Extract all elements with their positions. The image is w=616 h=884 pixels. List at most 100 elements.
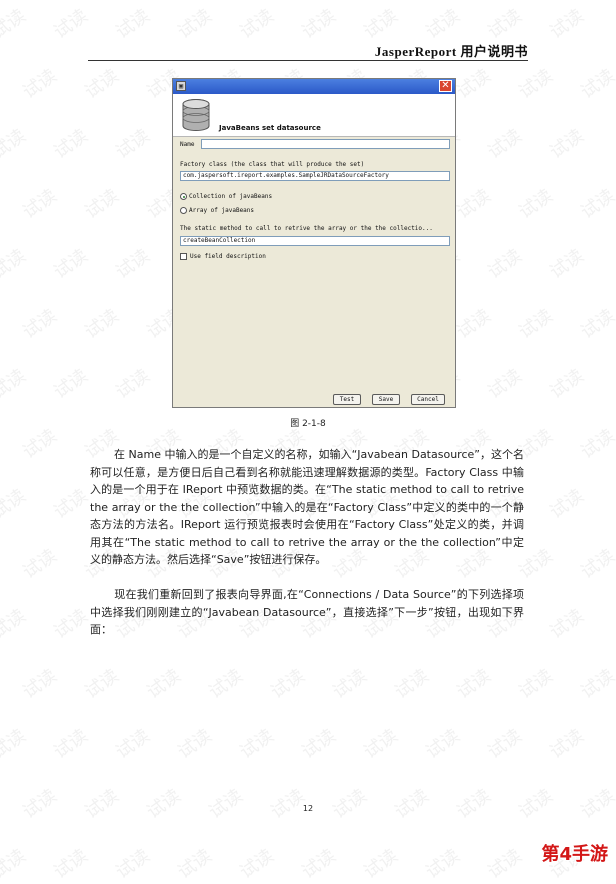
dialog-banner-title: JavaBeans set datasource bbox=[219, 124, 321, 132]
radio-collection[interactable]: Collection of javaBeans bbox=[180, 193, 272, 200]
factory-class-input[interactable]: com.jaspersoft.ireport.examples.SampleJR… bbox=[180, 171, 450, 181]
watermark-text: 试读 bbox=[267, 785, 309, 824]
watermark-text: 试读 bbox=[112, 125, 154, 164]
test-button[interactable]: Test bbox=[333, 394, 361, 405]
paragraph-1-text: 在 Name 中输入的是一个自定义的名称，如输入“Javabean Dataso… bbox=[90, 448, 524, 566]
header-rule bbox=[88, 60, 528, 61]
watermark-text: 试读 bbox=[205, 665, 247, 704]
save-button[interactable]: Save bbox=[372, 394, 400, 405]
watermark-text: 试读 bbox=[515, 65, 557, 104]
watermark-text: 试读 bbox=[484, 245, 526, 284]
watermark-text: 试读 bbox=[453, 305, 495, 344]
watermark-text: 试读 bbox=[329, 785, 371, 824]
watermark-text: 试读 bbox=[50, 485, 92, 524]
watermark-text: 试读 bbox=[143, 785, 185, 824]
javabeans-datasource-dialog: ▣ ✕ JavaBeans set datasource Name Factor… bbox=[172, 78, 456, 408]
watermark-text: 试读 bbox=[484, 5, 526, 44]
paragraph-2: 现在我们重新回到了报表向导界面,在“Connections / Data Sou… bbox=[90, 586, 524, 639]
watermark-text: 试读 bbox=[391, 665, 433, 704]
watermark-text: 试读 bbox=[515, 305, 557, 344]
watermark-text: 试读 bbox=[143, 665, 185, 704]
dialog-titlebar: ▣ ✕ bbox=[173, 79, 455, 94]
watermark-text: 试读 bbox=[298, 5, 340, 44]
watermark-text: 试读 bbox=[577, 545, 616, 584]
use-field-description-label: Use field description bbox=[190, 253, 266, 260]
header-title: JasperReport 用户说明书 bbox=[374, 44, 528, 59]
watermark-text: 试读 bbox=[577, 185, 616, 224]
watermark-text: 试读 bbox=[174, 5, 216, 44]
watermark-text: 试读 bbox=[112, 5, 154, 44]
watermark-text: 试读 bbox=[484, 125, 526, 164]
watermark-text: 试读 bbox=[236, 845, 278, 884]
watermark-text: 试读 bbox=[360, 725, 402, 764]
watermark-text: 试读 bbox=[577, 665, 616, 704]
paragraph-1: 在 Name 中输入的是一个自定义的名称，如输入“Javabean Dataso… bbox=[90, 446, 524, 569]
watermark-text: 试读 bbox=[329, 665, 371, 704]
watermark-text: 试读 bbox=[0, 125, 30, 164]
database-icon bbox=[182, 99, 210, 131]
figure-caption: 图 2-1-8 bbox=[290, 419, 326, 429]
watermark-text: 试读 bbox=[50, 605, 92, 644]
watermark-text: 试读 bbox=[81, 305, 123, 344]
watermark-text: 试读 bbox=[360, 845, 402, 884]
site-logo: 第4手游 bbox=[541, 844, 608, 865]
paragraph-2-text: 现在我们重新回到了报表向导界面,在“Connections / Data Sou… bbox=[90, 588, 524, 636]
watermark-text: 试读 bbox=[50, 5, 92, 44]
watermark-text: 试读 bbox=[19, 185, 61, 224]
factory-class-label: Factory class (the class that will produ… bbox=[180, 161, 365, 168]
watermark-text: 试读 bbox=[19, 545, 61, 584]
watermark-text: 试读 bbox=[391, 785, 433, 824]
watermark-text: 试读 bbox=[112, 245, 154, 284]
watermark-text: 试读 bbox=[81, 185, 123, 224]
watermark-text: 试读 bbox=[360, 5, 402, 44]
radio-unselected-icon[interactable] bbox=[180, 207, 187, 214]
watermark-text: 试读 bbox=[577, 785, 616, 824]
watermark-text: 试读 bbox=[546, 245, 588, 284]
watermark-text: 试读 bbox=[19, 305, 61, 344]
watermark-text: 试读 bbox=[81, 65, 123, 104]
watermark-text: 试读 bbox=[19, 665, 61, 704]
use-field-description-row[interactable]: Use field description bbox=[180, 253, 266, 260]
watermark-text: 试读 bbox=[50, 245, 92, 284]
watermark-text: 试读 bbox=[577, 305, 616, 344]
static-method-label: The static method to call to retrive the… bbox=[180, 225, 433, 232]
watermark-text: 试读 bbox=[174, 845, 216, 884]
radio-array-label: Array of javaBeans bbox=[189, 207, 255, 214]
watermark-text: 试读 bbox=[422, 5, 464, 44]
radio-collection-label: Collection of javaBeans bbox=[189, 193, 273, 200]
watermark-text: 试读 bbox=[484, 845, 526, 884]
watermark-text: 试读 bbox=[515, 185, 557, 224]
watermark-text: 试读 bbox=[422, 845, 464, 884]
watermark-text: 试读 bbox=[205, 785, 247, 824]
name-input[interactable] bbox=[201, 139, 450, 149]
watermark-text: 试读 bbox=[546, 605, 588, 644]
watermark-text: 试读 bbox=[515, 785, 557, 824]
watermark-text: 试读 bbox=[50, 125, 92, 164]
checkbox-icon[interactable] bbox=[180, 253, 187, 260]
watermark-text: 试读 bbox=[546, 125, 588, 164]
close-icon[interactable]: ✕ bbox=[439, 80, 452, 92]
watermark-text: 试读 bbox=[298, 725, 340, 764]
app-icon: ▣ bbox=[176, 81, 186, 91]
watermark-text: 试读 bbox=[112, 365, 154, 404]
cancel-button[interactable]: Cancel bbox=[411, 394, 445, 405]
watermark-text: 试读 bbox=[0, 365, 30, 404]
watermark-text: 试读 bbox=[19, 785, 61, 824]
watermark-text: 试读 bbox=[267, 665, 309, 704]
radio-selected-icon[interactable] bbox=[180, 193, 187, 200]
watermark-text: 试读 bbox=[546, 5, 588, 44]
static-method-input[interactable]: createBeanCollection bbox=[180, 236, 450, 246]
watermark-text: 试读 bbox=[484, 365, 526, 404]
watermark-text: 试读 bbox=[0, 845, 30, 884]
radio-array[interactable]: Array of javaBeans bbox=[180, 207, 254, 214]
watermark-text: 试读 bbox=[546, 725, 588, 764]
watermark-text: 试读 bbox=[453, 785, 495, 824]
watermark-text: 试读 bbox=[298, 845, 340, 884]
watermark-text: 试读 bbox=[50, 725, 92, 764]
watermark-text: 试读 bbox=[0, 245, 30, 284]
watermark-text: 试读 bbox=[515, 665, 557, 704]
watermark-text: 试读 bbox=[19, 65, 61, 104]
dialog-banner: JavaBeans set datasource bbox=[173, 94, 455, 137]
watermark-text: 试读 bbox=[236, 5, 278, 44]
watermark-text: 试读 bbox=[112, 845, 154, 884]
